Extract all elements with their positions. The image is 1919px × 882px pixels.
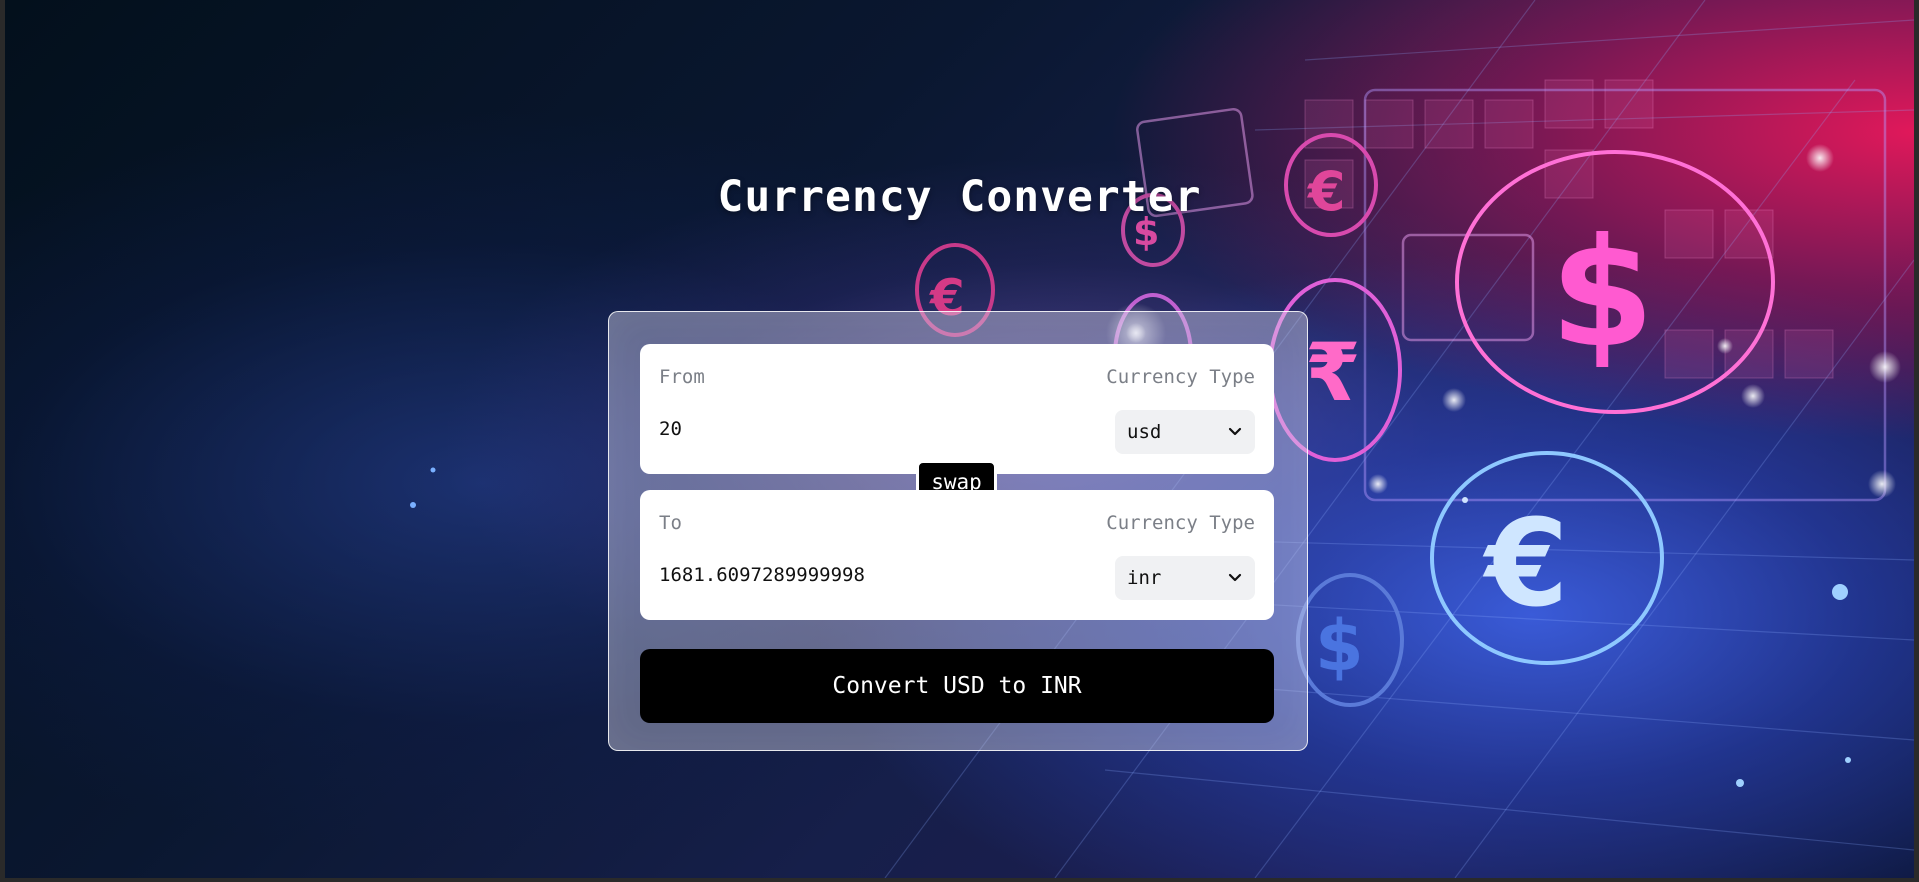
from-currency-type-label: Currency Type: [1106, 366, 1255, 388]
from-amount-input[interactable]: [659, 414, 1059, 444]
from-label: From: [659, 366, 705, 388]
to-currency-type-label: Currency Type: [1106, 512, 1255, 534]
to-amount-input[interactable]: [659, 560, 1059, 590]
chevron-down-icon: [1228, 427, 1242, 436]
svg-text:₹: ₹: [1305, 326, 1361, 419]
from-panel: From Currency Type usd: [640, 344, 1274, 474]
to-currency-value: inr: [1127, 567, 1162, 589]
to-label: To: [659, 512, 682, 534]
svg-text:$: $: [1315, 605, 1364, 687]
from-currency-select[interactable]: usd: [1115, 410, 1255, 454]
svg-text:$: $: [1550, 207, 1654, 381]
converter-card: From Currency Type usd swap To Currency …: [608, 311, 1308, 751]
chevron-down-icon: [1228, 573, 1242, 582]
page-title: Currency Converter: [717, 172, 1202, 222]
from-currency-value: usd: [1127, 421, 1162, 443]
convert-button[interactable]: Convert USD to INR: [640, 649, 1274, 723]
to-currency-select[interactable]: inr: [1115, 556, 1255, 600]
svg-text:€: €: [1482, 495, 1569, 634]
to-panel: To Currency Type inr: [640, 490, 1274, 620]
app-window: $ € € € $ ₹ $ Currency Converter From Cu…: [5, 0, 1914, 878]
